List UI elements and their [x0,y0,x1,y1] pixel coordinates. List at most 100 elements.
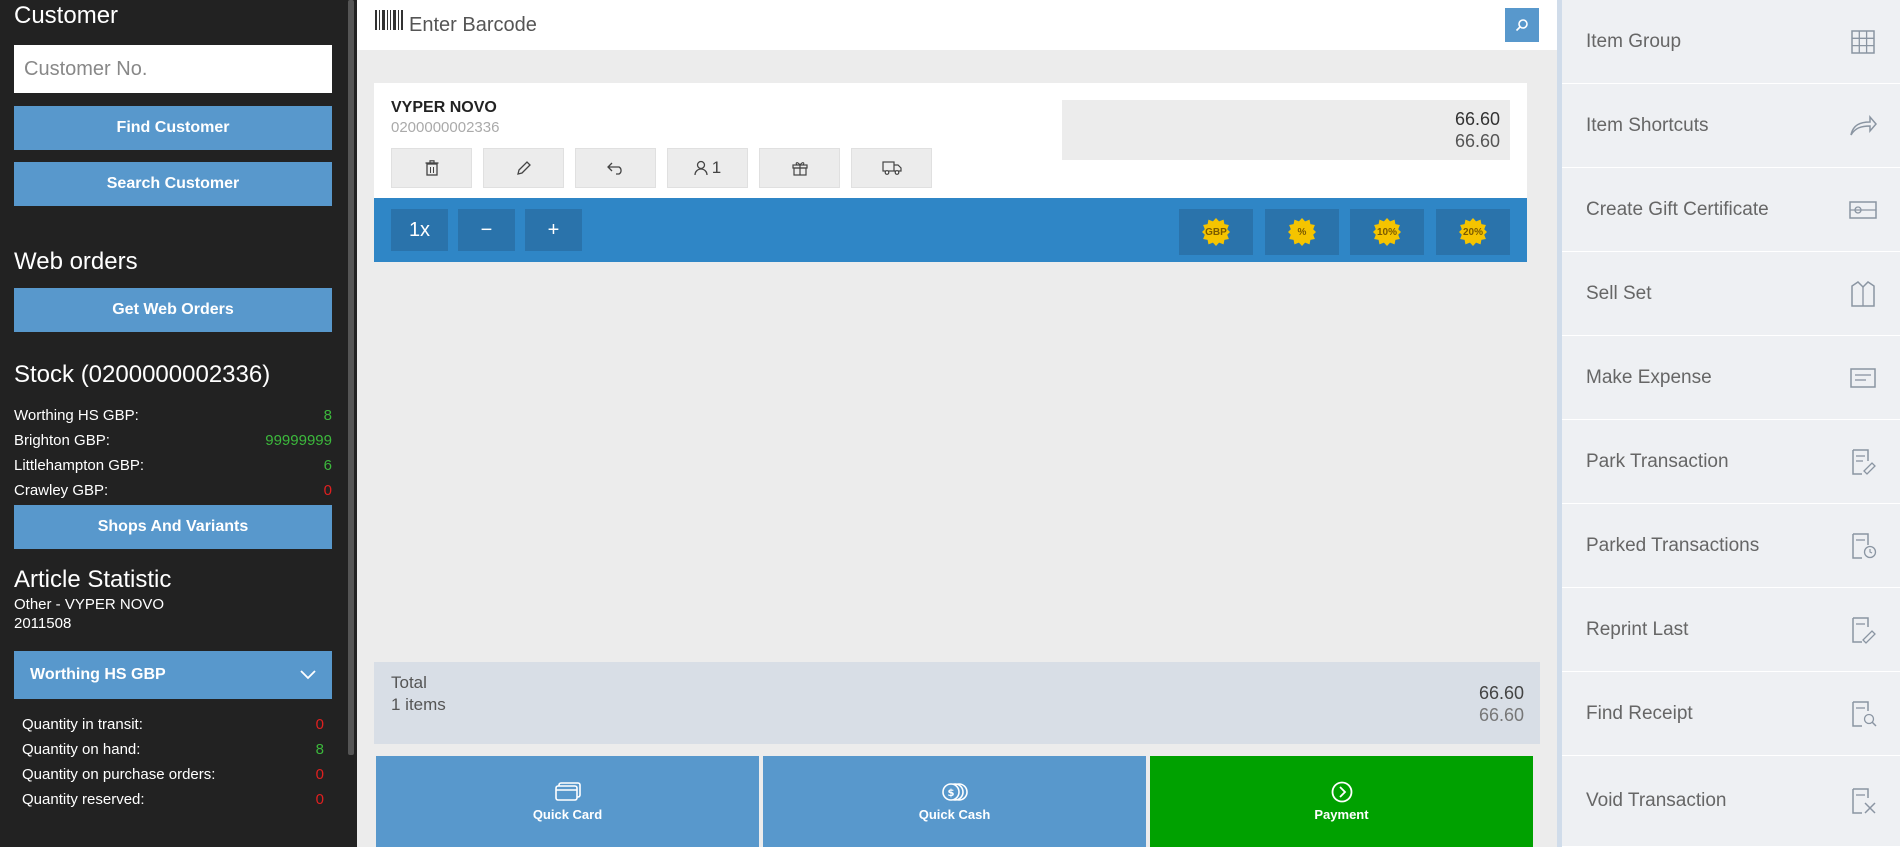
total-value: 66.60 [1478,683,1524,703]
qty-label: Quantity in transit: [22,716,143,733]
park-icon [1852,448,1876,475]
quick-cash-button[interactable]: $ Quick Cash [763,756,1146,847]
stock-label: Littlehampton GBP: [14,457,145,474]
stock-row: Crawley GBP: 0 [14,482,332,499]
discount-label: % [1297,226,1307,238]
discount-badge-icon: 10% [1373,218,1401,246]
menu-label: Reprint Last [1586,618,1689,640]
qty-label: Quantity reserved: [22,791,145,808]
edit-item-button[interactable] [483,148,564,188]
barcode-icon [375,10,403,30]
trash-icon [425,160,438,176]
menu-sell-set[interactable]: Sell Set [1562,252,1900,336]
discount-label: 10% [1376,226,1397,238]
web-orders-title: Web orders [14,248,138,275]
discount-10-button[interactable]: 10% [1350,209,1424,255]
menu-item-shortcuts[interactable]: Item Shortcuts [1562,84,1900,168]
menu-void-transaction[interactable]: Void Transaction [1562,756,1900,847]
menu-label: Void Transaction [1586,790,1727,811]
quick-card-button[interactable]: Quick Card [376,756,759,847]
gift-icon [791,162,808,176]
return-item-button[interactable] [575,148,656,188]
stock-row: Brighton GBP: 99999999 [14,432,332,449]
expense-icon [1850,367,1876,388]
svg-text:$: $ [947,788,954,799]
reprint-icon [1852,616,1876,644]
menu-make-expense[interactable]: Make Expense [1562,336,1900,420]
discount-gbp-button[interactable]: GBP [1179,209,1253,255]
pencil-icon [516,161,531,175]
gift-button[interactable] [759,148,840,188]
quantity-multiplier-button[interactable]: 1x [391,209,448,251]
quick-card-label: Quick Card [532,807,603,822]
sidebar-scrollbar[interactable] [348,0,354,755]
payment-button[interactable]: Payment [1150,756,1533,847]
truck-icon [881,161,902,175]
cart-item[interactable]: VYPER NOVO 0200000002336 1 66.60 66.60 [374,83,1527,198]
salesperson-button[interactable]: 1 [667,148,748,188]
menu-label: Find Receipt [1586,702,1693,724]
delivery-button[interactable] [851,148,932,188]
stock-value: 99999999 [265,432,332,449]
undo-icon [606,162,622,175]
article-qty-row: Quantity on purchase orders: 0 [22,766,324,783]
parked-list-icon [1852,532,1877,559]
menu-item-group[interactable]: Item Group [1562,0,1900,84]
stock-row: Worthing HS GBP: 8 [14,407,332,424]
qty-value: 0 [315,791,324,808]
item-line-total: 66.60 [1454,131,1500,151]
shops-and-variants-button[interactable]: Shops And Variants [14,505,332,549]
chevron-right-circle-icon [1331,781,1352,803]
menu-label: Sell Set [1586,282,1652,304]
discount-label: 20% [1462,226,1483,238]
qty-label: Quantity on hand: [22,741,141,758]
stock-label: Crawley GBP: [14,482,109,499]
jacket-icon [1851,280,1875,307]
menu-reprint-last[interactable]: Reprint Last [1562,588,1900,672]
share-arrow-icon [1850,114,1877,135]
increase-quantity-button[interactable]: + [525,209,582,251]
menu-label: Park Transaction [1586,450,1729,472]
search-icon [1515,19,1528,32]
menu-label: Create Gift Certificate [1586,198,1769,220]
discount-label: GBP [1205,226,1227,238]
menu-label: Item Group [1586,30,1682,52]
chevron-down-icon [300,670,316,680]
card-icon [554,782,581,801]
discount-badge-icon: GBP [1202,218,1230,246]
menu-label: Make Expense [1586,366,1712,388]
decrease-quantity-button[interactable]: − [458,209,515,251]
search-customer-button[interactable]: Search Customer [14,162,332,206]
stock-value: 6 [323,457,332,474]
store-select[interactable]: Worthing HS GBP [14,651,332,699]
menu-create-gift-certificate[interactable]: Create Gift Certificate [1562,168,1900,252]
get-web-orders-button[interactable]: Get Web Orders [14,288,332,332]
menu-find-receipt[interactable]: Find Receipt [1562,672,1900,756]
barcode-bar [357,0,1557,50]
stock-title: Stock (0200000002336) [14,361,271,388]
item-name: VYPER NOVO [391,99,497,116]
barcode-search-button[interactable] [1505,8,1539,42]
discount-20-button[interactable]: 20% [1436,209,1510,255]
find-receipt-icon [1852,700,1877,727]
qty-value: 0 [315,766,324,783]
quick-cash-label: Quick Cash [918,807,991,822]
item-price: 66.60 [1454,109,1500,129]
barcode-input[interactable] [409,8,1109,42]
stock-label: Brighton GBP: [14,432,110,449]
discount-percent-button[interactable]: % [1265,209,1339,255]
menu-park-transaction[interactable]: Park Transaction [1562,420,1900,504]
customer-number-input[interactable] [14,45,332,93]
delete-item-button[interactable] [391,148,472,188]
qty-label: Quantity on purchase orders: [22,766,216,783]
menu-parked-transactions[interactable]: Parked Transactions [1562,504,1900,588]
total-value-secondary: 66.60 [1478,705,1524,725]
qty-value: 8 [315,741,324,758]
total-items-count: 1 items [391,695,446,714]
store-select-value: Worthing HS GBP [30,666,166,683]
item-code: 0200000002336 [391,119,500,136]
find-customer-button[interactable]: Find Customer [14,106,332,150]
discount-badge-icon: % [1288,218,1316,246]
coins-icon: $ [941,783,968,801]
stock-label: Worthing HS GBP: [14,407,139,424]
